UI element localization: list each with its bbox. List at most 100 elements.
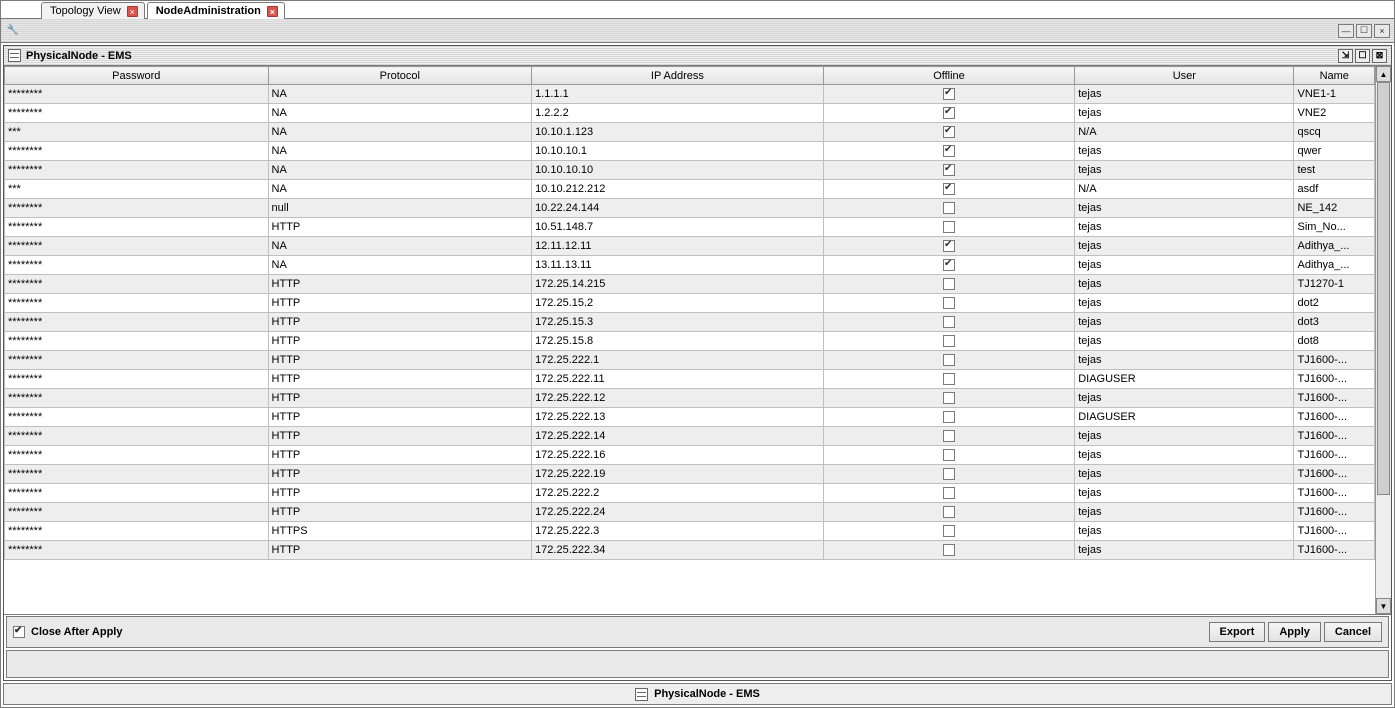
close-icon[interactable]: ⊠ — [1372, 49, 1387, 63]
table-cell[interactable]: DIAGUSER — [1075, 408, 1294, 427]
table-cell[interactable]: NA — [268, 237, 532, 256]
table-cell[interactable]: 172.25.14.215 — [532, 275, 824, 294]
offline-cell[interactable] — [823, 313, 1074, 332]
table-cell[interactable]: tejas — [1075, 85, 1294, 104]
table-cell[interactable]: ******** — [5, 256, 269, 275]
table-cell[interactable]: TJ1600-... — [1294, 389, 1375, 408]
table-cell[interactable]: tejas — [1075, 199, 1294, 218]
offline-checkbox[interactable] — [943, 126, 955, 138]
offline-checkbox[interactable] — [943, 145, 955, 157]
offline-checkbox[interactable] — [943, 88, 955, 100]
table-cell[interactable]: ******** — [5, 275, 269, 294]
table-row[interactable]: ********HTTP172.25.222.24tejasTJ1600-... — [5, 503, 1375, 522]
table-cell[interactable]: tejas — [1075, 484, 1294, 503]
table-cell[interactable]: 10.22.24.144 — [532, 199, 824, 218]
offline-cell[interactable] — [823, 256, 1074, 275]
table-row[interactable]: ********HTTP172.25.15.3tejasdot3 — [5, 313, 1375, 332]
col-header-offline[interactable]: Offline — [823, 67, 1074, 85]
table-cell[interactable]: asdf — [1294, 180, 1375, 199]
offline-cell[interactable] — [823, 142, 1074, 161]
table-cell[interactable]: NA — [268, 104, 532, 123]
table-cell[interactable]: ******** — [5, 85, 269, 104]
table-row[interactable]: ********NA12.11.12.11tejasAdithya_... — [5, 237, 1375, 256]
offline-cell[interactable] — [823, 351, 1074, 370]
col-header-name[interactable]: Name — [1294, 67, 1375, 85]
table-cell[interactable]: HTTP — [268, 294, 532, 313]
table-cell[interactable]: TJ1600-... — [1294, 446, 1375, 465]
table-cell[interactable]: NA — [268, 85, 532, 104]
table-cell[interactable]: TJ1600-... — [1294, 522, 1375, 541]
table-row[interactable]: ********HTTP172.25.222.14tejasTJ1600-... — [5, 427, 1375, 446]
table-cell[interactable]: ******** — [5, 351, 269, 370]
table-cell[interactable]: ******** — [5, 427, 269, 446]
offline-checkbox[interactable] — [943, 430, 955, 442]
table-row[interactable]: ********NA10.10.10.1tejasqwer — [5, 142, 1375, 161]
table-cell[interactable]: dot8 — [1294, 332, 1375, 351]
table-cell[interactable]: HTTP — [268, 446, 532, 465]
table-cell[interactable]: ******** — [5, 332, 269, 351]
table-cell[interactable]: TJ1600-... — [1294, 427, 1375, 446]
table-cell[interactable]: HTTP — [268, 313, 532, 332]
table-cell[interactable]: ******** — [5, 294, 269, 313]
table-cell[interactable]: tejas — [1075, 446, 1294, 465]
offline-checkbox[interactable] — [943, 544, 955, 556]
table-cell[interactable]: test — [1294, 161, 1375, 180]
table-cell[interactable]: tejas — [1075, 465, 1294, 484]
offline-cell[interactable] — [823, 85, 1074, 104]
table-row[interactable]: ********HTTP172.25.222.34tejasTJ1600-... — [5, 541, 1375, 560]
offline-checkbox[interactable] — [943, 335, 955, 347]
table-cell[interactable]: tejas — [1075, 275, 1294, 294]
offline-cell[interactable] — [823, 123, 1074, 142]
maximize-icon[interactable]: ☐ — [1355, 49, 1370, 63]
table-cell[interactable]: 172.25.222.16 — [532, 446, 824, 465]
col-header-user[interactable]: User — [1075, 67, 1294, 85]
scroll-down-icon[interactable]: ▼ — [1376, 598, 1391, 614]
table-cell[interactable]: HTTP — [268, 503, 532, 522]
offline-cell[interactable] — [823, 332, 1074, 351]
table-cell[interactable]: VNE1-1 — [1294, 85, 1375, 104]
offline-checkbox[interactable] — [943, 278, 955, 290]
table-row[interactable]: ********NA10.10.10.10tejastest — [5, 161, 1375, 180]
offline-checkbox[interactable] — [943, 525, 955, 537]
table-cell[interactable]: HTTP — [268, 465, 532, 484]
table-cell[interactable]: 10.10.212.212 — [532, 180, 824, 199]
col-header-password[interactable]: Password — [5, 67, 269, 85]
table-cell[interactable]: qscq — [1294, 123, 1375, 142]
table-cell[interactable]: DIAGUSER — [1075, 370, 1294, 389]
offline-checkbox[interactable] — [943, 373, 955, 385]
offline-cell[interactable] — [823, 408, 1074, 427]
offline-checkbox[interactable] — [943, 164, 955, 176]
offline-cell[interactable] — [823, 446, 1074, 465]
table-cell[interactable]: ******** — [5, 237, 269, 256]
offline-checkbox[interactable] — [943, 316, 955, 328]
table-cell[interactable]: ******** — [5, 389, 269, 408]
table-cell[interactable]: 172.25.222.1 — [532, 351, 824, 370]
offline-checkbox[interactable] — [943, 506, 955, 518]
table-cell[interactable]: TJ1600-... — [1294, 408, 1375, 427]
scroll-thumb[interactable] — [1377, 82, 1390, 495]
table-cell[interactable]: ******** — [5, 408, 269, 427]
table-row[interactable]: ********HTTPS172.25.222.3tejasTJ1600-... — [5, 522, 1375, 541]
table-cell[interactable]: Adithya_... — [1294, 256, 1375, 275]
table-row[interactable]: ********HTTP172.25.222.11DIAGUSERTJ1600-… — [5, 370, 1375, 389]
table-cell[interactable]: dot2 — [1294, 294, 1375, 313]
offline-cell[interactable] — [823, 294, 1074, 313]
table-row[interactable]: ********NA1.2.2.2tejasVNE2 — [5, 104, 1375, 123]
table-row[interactable]: ********HTTP172.25.222.1tejasTJ1600-... — [5, 351, 1375, 370]
table-cell[interactable]: HTTP — [268, 427, 532, 446]
table-cell[interactable]: HTTP — [268, 275, 532, 294]
table-cell[interactable]: tejas — [1075, 427, 1294, 446]
table-cell[interactable]: dot3 — [1294, 313, 1375, 332]
table-row[interactable]: ********null10.22.24.144tejasNE_142 — [5, 199, 1375, 218]
cancel-button[interactable]: Cancel — [1324, 622, 1382, 642]
offline-checkbox[interactable] — [943, 354, 955, 366]
table-cell[interactable]: tejas — [1075, 104, 1294, 123]
table-cell[interactable]: tejas — [1075, 522, 1294, 541]
table-cell[interactable]: 10.51.148.7 — [532, 218, 824, 237]
table-cell[interactable]: tejas — [1075, 313, 1294, 332]
tab-topology-view[interactable]: Topology View × — [41, 2, 145, 19]
table-cell[interactable]: 1.2.2.2 — [532, 104, 824, 123]
table-cell[interactable]: tejas — [1075, 294, 1294, 313]
export-button[interactable]: Export — [1209, 622, 1266, 642]
offline-cell[interactable] — [823, 541, 1074, 560]
